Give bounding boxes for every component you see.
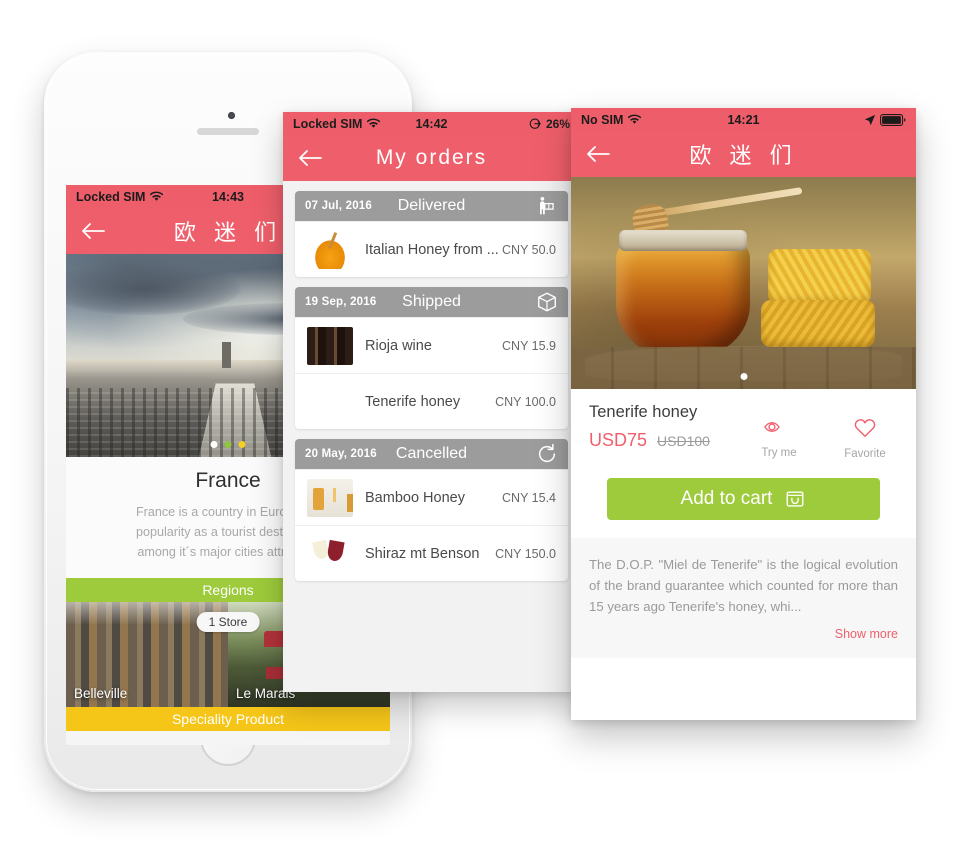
order-item-row[interactable]: Tenerife honey CNY 100.0 xyxy=(295,373,568,429)
product-price: USD75 xyxy=(589,430,648,450)
carousel-dot[interactable] xyxy=(740,373,747,380)
carousel-dots[interactable] xyxy=(740,373,747,380)
wine-glasses-thumb xyxy=(307,534,353,573)
order-item-row[interactable]: Shiraz mt Benson CNY 150.0 xyxy=(295,525,568,581)
phone2-navbar: My orders xyxy=(283,135,580,181)
region-label: Belleville xyxy=(74,686,128,701)
add-to-cart-label: Add to cart xyxy=(680,488,773,509)
show-more-link[interactable]: Show more xyxy=(589,627,898,641)
honeycomb-piece xyxy=(760,299,875,347)
phone2-carrier-label: Locked SIM xyxy=(293,116,363,131)
carousel-dot[interactable] xyxy=(238,441,246,448)
phone3-statusbar: No SIM 14:21 xyxy=(571,108,916,131)
order-item-price: CNY 15.4 xyxy=(502,490,556,505)
speciality-product-section-header[interactable]: Speciality Product xyxy=(66,707,390,731)
back-arrow-icon[interactable] xyxy=(297,148,323,168)
product-old-price: USD100 xyxy=(657,433,710,449)
honey-jar-thumb xyxy=(307,230,353,269)
earpiece-speaker xyxy=(197,128,259,135)
phone3-carrier-label: No SIM xyxy=(581,112,624,127)
wifi-icon xyxy=(150,191,164,201)
order-item-price: CNY 150.0 xyxy=(495,546,556,561)
hero-tower xyxy=(221,341,231,368)
product-info: Tenerife honey USD75 USD100 Try me Favor… xyxy=(571,389,916,520)
product-text-block: Tenerife honey USD75 USD100 xyxy=(589,403,752,451)
order-card[interactable]: 20 May, 2016 Cancelled Bamboo Honey CNY … xyxy=(295,439,568,581)
bamboo-honey-thumb xyxy=(307,478,353,517)
order-item-row[interactable]: Bamboo Honey CNY 15.4 xyxy=(295,469,568,525)
screenshot-stage: Locked SIM 14:43 欧 迷 们 France France is … xyxy=(0,0,970,856)
order-card[interactable]: 07 Jul, 2016 Delivered Italian Honey fro… xyxy=(295,191,568,277)
heart-icon xyxy=(854,419,876,437)
try-me-button[interactable]: Try me xyxy=(752,417,806,460)
order-header: 19 Sep, 2016 Shipped xyxy=(295,287,568,317)
carousel-dots[interactable] xyxy=(210,441,246,448)
shopping-bag-icon xyxy=(786,491,804,507)
product-description: The D.O.P. "Miel de Tenerife" is the log… xyxy=(589,557,898,614)
order-item-name: Bamboo Honey xyxy=(365,489,465,506)
order-item-price: CNY 100.0 xyxy=(495,394,556,409)
phone3-navbar: 欧 迷 们 xyxy=(571,131,916,177)
order-item-name: Rioja wine xyxy=(365,337,432,354)
carousel-dot[interactable] xyxy=(210,441,218,448)
phone2-battery-group: 26% xyxy=(529,117,570,131)
order-item-price: CNY 15.9 xyxy=(502,338,556,353)
charging-icon xyxy=(529,118,541,129)
eye-icon xyxy=(764,422,780,432)
order-item-name: Italian Honey from ... xyxy=(365,241,499,258)
store-count-badge: 1 Store xyxy=(196,612,260,632)
location-arrow-icon xyxy=(864,114,876,125)
wifi-icon xyxy=(628,114,642,124)
favorite-label: Favorite xyxy=(844,448,886,460)
product-actions: Try me Favorite xyxy=(752,403,898,460)
phone-2-screen: Locked SIM 14:42 26% My orders 07 Jul, 2… xyxy=(283,112,580,692)
phone2-statusbar: Locked SIM 14:42 26% xyxy=(283,112,580,135)
honeycomb-piece xyxy=(767,249,872,305)
phone-3-screen: No SIM 14:21 欧 迷 们 Tenerife honey USD75 … xyxy=(571,108,916,720)
order-item-name: Tenerife honey xyxy=(365,393,461,410)
order-date: 19 Sep, 2016 xyxy=(305,296,377,308)
favorite-button[interactable]: Favorite xyxy=(838,417,892,460)
wooden-plank xyxy=(571,346,916,389)
add-to-cart-button[interactable]: Add to cart xyxy=(607,478,880,520)
order-item-name: Shiraz mt Benson xyxy=(365,545,480,562)
order-card[interactable]: 19 Sep, 2016 Shipped Rioja wine CNY 15.9… xyxy=(295,287,568,429)
order-date: 20 May, 2016 xyxy=(305,448,377,460)
back-arrow-icon[interactable] xyxy=(80,221,106,241)
refresh-arrow-icon xyxy=(538,443,556,463)
tenerife-honey-thumb xyxy=(307,383,353,421)
carousel-dot[interactable] xyxy=(224,441,232,448)
phone2-carrier-group: Locked SIM xyxy=(293,116,381,131)
product-hero-image[interactable] xyxy=(571,177,916,389)
product-name: Tenerife honey xyxy=(589,403,698,421)
phone1-carrier-group: Locked SIM xyxy=(76,189,164,204)
phone2-battery-percent: 26% xyxy=(545,116,570,131)
phone1-carrier-label: Locked SIM xyxy=(76,189,146,204)
try-me-label: Try me xyxy=(761,447,797,459)
battery-full-icon xyxy=(880,113,906,126)
product-info-row: Tenerife honey USD75 USD100 Try me Favor… xyxy=(589,403,898,460)
back-arrow-icon[interactable] xyxy=(585,144,611,164)
delivery-person-icon xyxy=(540,197,554,215)
order-item-row[interactable]: Rioja wine CNY 15.9 xyxy=(295,317,568,373)
order-item-price: CNY 50.0 xyxy=(502,242,556,257)
phone3-carrier-group: No SIM xyxy=(581,112,642,127)
order-item-row[interactable]: Italian Honey from ... CNY 50.0 xyxy=(295,221,568,277)
product-description-panel: The D.O.P. "Miel de Tenerife" is the log… xyxy=(571,538,916,658)
front-camera-icon xyxy=(228,112,235,119)
package-box-icon xyxy=(538,292,556,312)
wine-bottles-thumb xyxy=(307,326,353,365)
order-date: 07 Jul, 2016 xyxy=(305,200,372,212)
order-header: 07 Jul, 2016 Delivered xyxy=(295,191,568,221)
product-price-group: USD75 USD100 xyxy=(589,430,752,451)
wifi-icon xyxy=(367,118,381,128)
order-header: 20 May, 2016 Cancelled xyxy=(295,439,568,469)
phone2-nav-title: My orders xyxy=(375,146,488,169)
phone3-nav-title: 欧 迷 们 xyxy=(689,143,798,168)
honey-jar xyxy=(615,240,751,360)
honey-jar-lid xyxy=(619,230,747,252)
phone3-indicators xyxy=(864,113,906,126)
